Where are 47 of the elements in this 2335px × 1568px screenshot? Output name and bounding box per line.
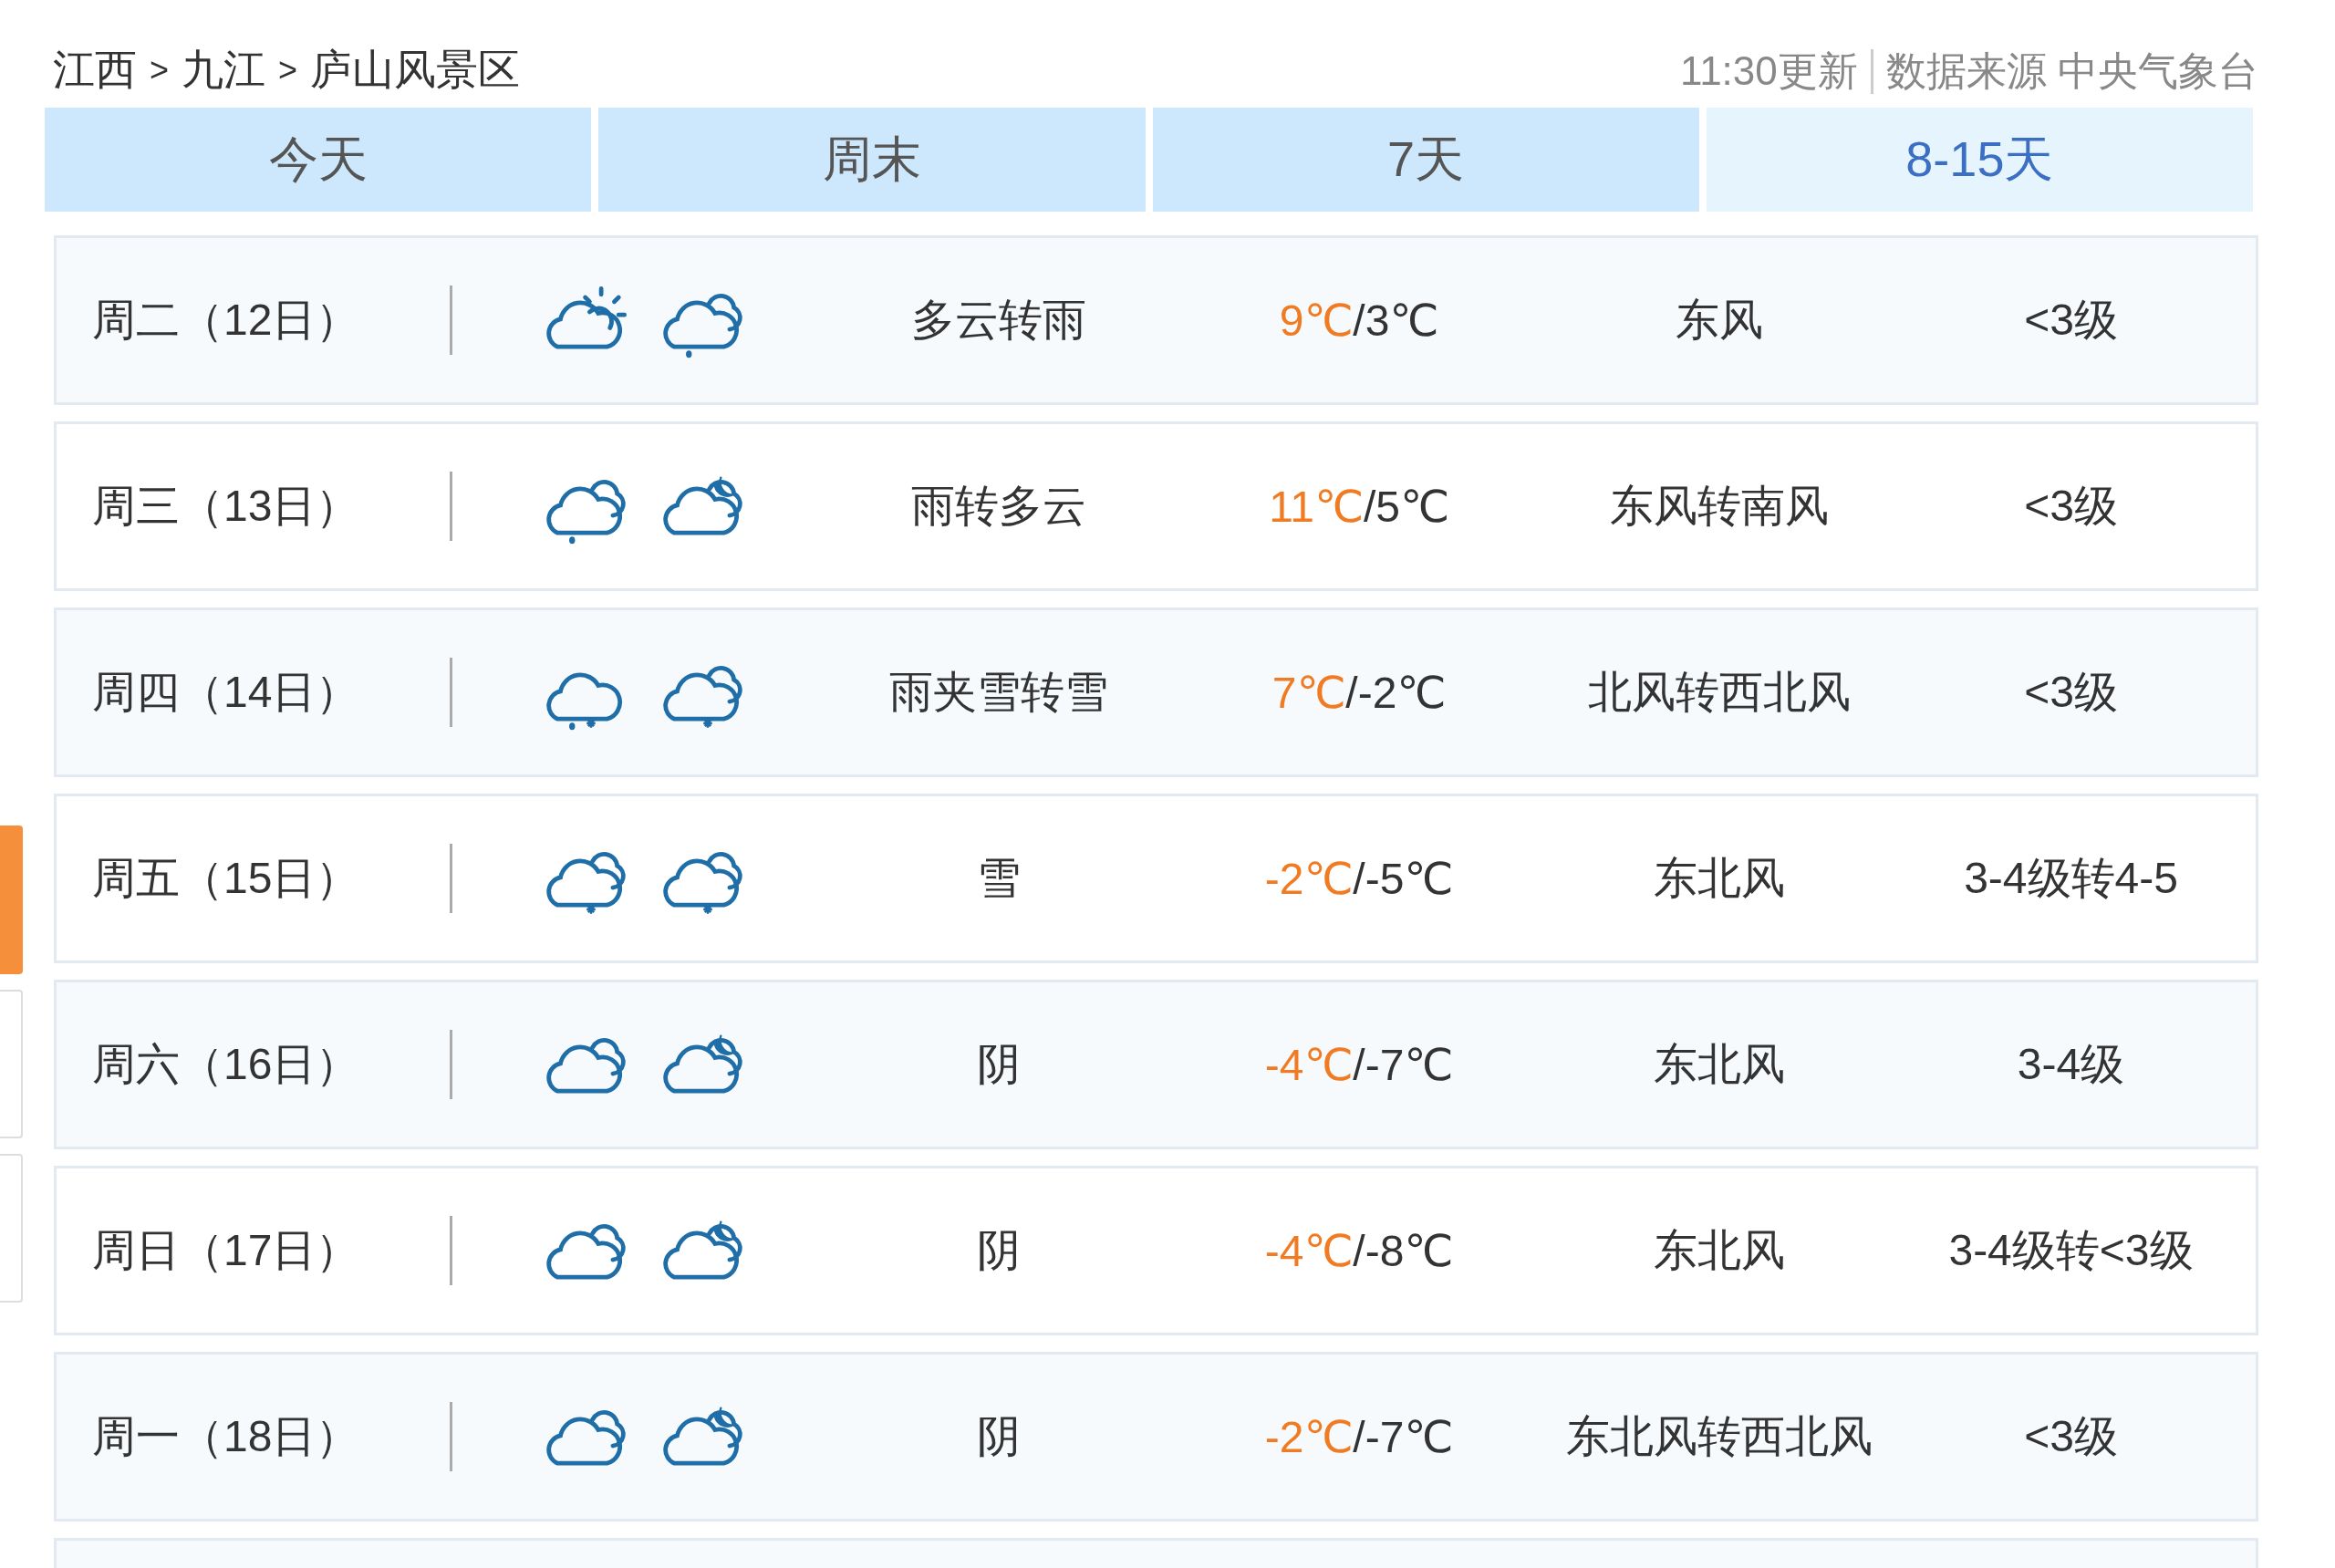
wind-direction: 东北风转西北风 <box>1566 1411 1873 1462</box>
wind-direction: 东北风 <box>1654 1039 1785 1090</box>
wind-direction: 东风 <box>1676 295 1763 346</box>
day-date: 周一（18日） <box>92 1411 361 1462</box>
wind-level: 3-4级转<3级 <box>1948 1225 2194 1276</box>
wind-direction: 东北风 <box>1654 853 1785 904</box>
temperature-range: -4℃/-8℃ <box>1264 1226 1454 1276</box>
side-tab[interactable] <box>0 826 23 974</box>
wind-direction: 北风转西北风 <box>1588 667 1851 718</box>
temperature-range: 9℃/3℃ <box>1279 296 1439 346</box>
day-date: 周二（12日） <box>92 295 361 346</box>
weather-description: 雪 <box>977 853 1021 904</box>
day-date: 周五（15日） <box>92 853 361 904</box>
weather-description: 阴 <box>977 1225 1021 1276</box>
weather-description: 阴 <box>977 1039 1021 1090</box>
breadcrumb-link[interactable]: 庐山风景区 <box>310 42 521 99</box>
weather-description: 多云转雨 <box>911 295 1086 346</box>
weather-description: 阴 <box>977 1411 1021 1462</box>
wind-level: <3级 <box>2024 667 2118 718</box>
period-tab[interactable]: 7天 <box>1152 108 1699 212</box>
wind-direction: 东风转南风 <box>1610 481 1829 532</box>
day-date: 周日（17日） <box>92 1225 361 1276</box>
weather-description: 雨夹雪转雪 <box>889 667 1108 718</box>
update-time: 11:30更新 <box>1679 49 1873 94</box>
period-tab[interactable]: 今天 <box>45 108 592 212</box>
breadcrumb-separator: > <box>278 51 298 89</box>
weather-description: 雨转多云 <box>911 481 1086 532</box>
day-date: 周六（16日） <box>92 1039 361 1090</box>
period-tab[interactable]: 周末 <box>598 108 1146 212</box>
temperature-range: 11℃/5℃ <box>1269 482 1449 532</box>
wind-level: <3级 <box>2024 1411 2118 1462</box>
day-date: 周三（13日） <box>92 481 361 532</box>
wind-level: <3级 <box>2024 481 2118 532</box>
breadcrumb-link[interactable]: 九江 <box>182 42 266 99</box>
breadcrumb-link[interactable]: 江西 <box>53 42 137 99</box>
wind-level: 3-4级转4-5 <box>1964 853 2178 904</box>
breadcrumb-separator: > <box>150 51 170 89</box>
wind-level: <3级 <box>2024 295 2118 346</box>
period-tab[interactable]: 8-15天 <box>1706 108 2253 212</box>
temperature-range: 7℃/-2℃ <box>1271 668 1447 718</box>
temperature-range: -2℃/-5℃ <box>1264 854 1454 904</box>
wind-direction: 东北风 <box>1654 1225 1785 1276</box>
wind-level: 3-4级 <box>2017 1039 2125 1090</box>
day-date: 周四（14日） <box>92 667 361 718</box>
temperature-range: -2℃/-7℃ <box>1264 1412 1454 1462</box>
data-source: 数据来源 中央气象台 <box>1885 47 2258 95</box>
temperature-range: -4℃/-7℃ <box>1264 1040 1454 1090</box>
